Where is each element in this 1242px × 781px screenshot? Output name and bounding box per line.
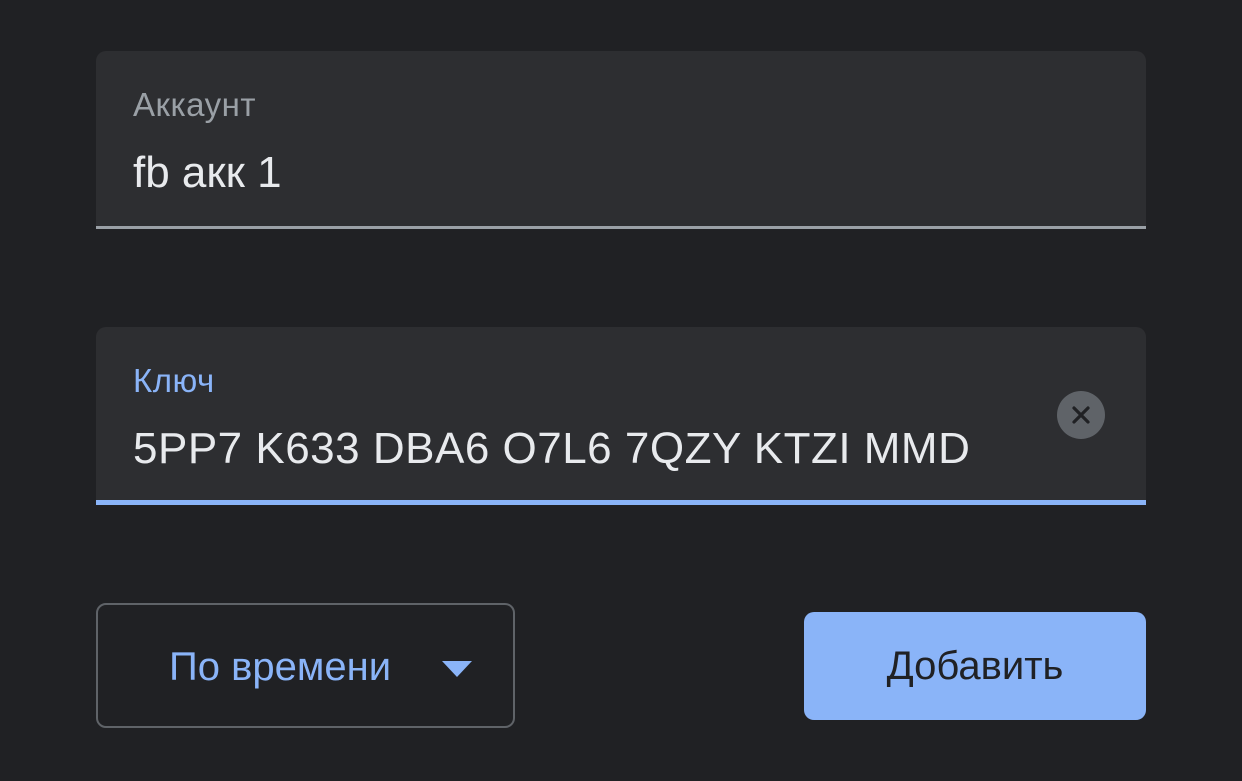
add-button[interactable]: Добавить xyxy=(804,612,1146,720)
key-field[interactable]: Ключ 5PP7 K633 DBA6 O7L6 7QZY KTZI MMD xyxy=(96,327,1146,505)
close-icon xyxy=(1072,406,1090,424)
key-field-label: Ключ xyxy=(133,362,215,399)
type-select[interactable]: По времени xyxy=(96,603,515,728)
account-field-label: Аккаунт xyxy=(133,86,256,123)
clear-key-button[interactable] xyxy=(1057,391,1105,439)
account-field[interactable]: Аккаунт fb акк 1 xyxy=(96,51,1146,229)
account-input[interactable]: fb акк 1 xyxy=(133,149,1093,197)
dropdown-arrow-icon xyxy=(442,661,472,677)
key-input[interactable]: 5PP7 K633 DBA6 O7L6 7QZY KTZI MMD xyxy=(133,425,1018,473)
type-select-value: По времени xyxy=(169,645,392,689)
